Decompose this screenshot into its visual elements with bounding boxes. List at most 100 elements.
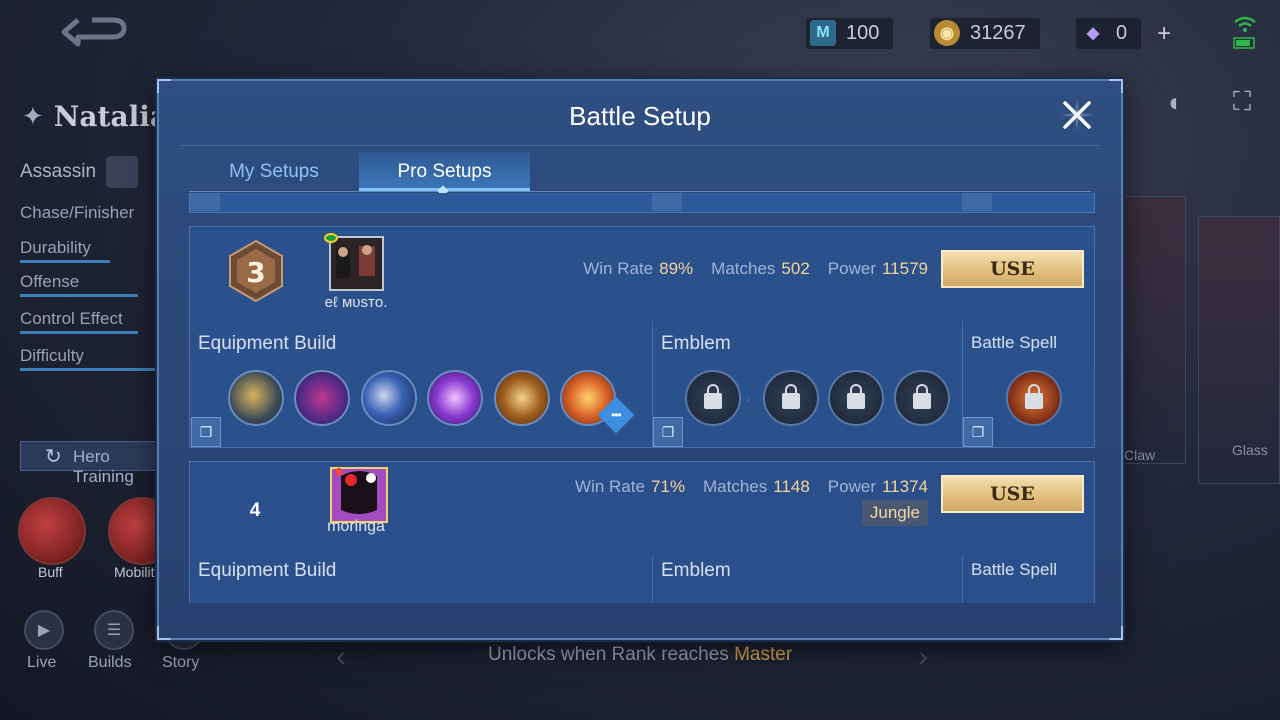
battle-spell-label: Battle Spell xyxy=(971,333,1057,352)
copy-icon[interactable] xyxy=(190,193,220,211)
item-spear-icon[interactable] xyxy=(427,370,483,426)
player-avatar[interactable] xyxy=(329,236,384,291)
corner-ornament xyxy=(1109,79,1123,93)
win-rate-value: 89% xyxy=(659,259,694,278)
setup-stats: Win Rate 89% Matches 502 Power 11579 xyxy=(583,259,928,279)
durability-bar xyxy=(20,260,110,263)
skin-card-glass-label: Glass xyxy=(1232,442,1268,458)
tab-pro-setups-label: Pro Setups xyxy=(397,160,492,182)
live-icon[interactable]: ▶ xyxy=(24,610,64,650)
matches-label: Matches xyxy=(702,477,768,496)
builds-icon[interactable]: ☰ xyxy=(94,610,134,650)
emblem-talent-2-icon[interactable] xyxy=(828,370,884,426)
unlock-prefix: Unlocks when Rank reaches xyxy=(488,644,735,665)
emblem-main-icon[interactable] xyxy=(685,370,741,426)
copy-emblem-button[interactable]: ❐ xyxy=(653,417,683,447)
use-button[interactable]: USE xyxy=(941,475,1084,513)
hero-name: Natalia xyxy=(53,100,169,133)
player-avatar[interactable] xyxy=(329,466,388,523)
corner-ornament xyxy=(1109,626,1123,640)
wifi-battery-status xyxy=(1232,14,1258,50)
item-moon-icon[interactable] xyxy=(361,370,417,426)
back-button[interactable] xyxy=(58,12,134,52)
player-name: moringa xyxy=(327,518,385,535)
prev-arrow-icon[interactable]: ‹ xyxy=(336,640,346,674)
stat-chase-finisher: Chase/Finisher xyxy=(20,203,135,222)
matches-value: 1148 xyxy=(773,477,810,496)
copy-icon: ❐ xyxy=(199,423,213,440)
power-value: 11374 xyxy=(881,477,928,496)
skill-buff-icon[interactable] xyxy=(18,497,86,565)
fullscreen-button[interactable]: ⛶ xyxy=(1222,82,1262,122)
hero-training-icon: ↻ xyxy=(45,446,62,468)
win-rate-label: Win Rate xyxy=(575,477,645,496)
fullscreen-icon: ⛶ xyxy=(1232,86,1252,116)
battle-points-icon: ◉ xyxy=(934,20,960,46)
power-label: Power xyxy=(827,477,876,496)
stat-control-effect: Control Effect xyxy=(20,309,123,328)
item-gun-icon[interactable] xyxy=(494,370,550,426)
power-label: Power xyxy=(827,259,876,278)
copy-icon[interactable] xyxy=(652,193,682,211)
use-button[interactable]: USE xyxy=(941,250,1084,288)
matches-label: Matches xyxy=(711,259,776,278)
section-divider xyxy=(652,556,653,603)
bronze-rank-icon: 3 xyxy=(229,239,283,303)
copy-icon: ❐ xyxy=(661,423,675,440)
section-divider xyxy=(962,556,963,603)
skin-card-claw-label: Claw xyxy=(1124,447,1156,463)
control-effect-bar xyxy=(20,331,138,334)
item-blade-icon[interactable] xyxy=(294,370,350,426)
builds-label: Builds xyxy=(88,654,132,671)
copy-equipment-button[interactable]: ❐ xyxy=(191,417,221,447)
ticket-currency[interactable]: M 100 xyxy=(806,18,894,49)
copy-icon: ❐ xyxy=(971,423,985,440)
setup-tabs: My Setups Pro Setups xyxy=(189,152,1091,197)
skill-buff-label: Buff xyxy=(38,564,63,580)
next-arrow-icon[interactable]: › xyxy=(918,640,928,674)
ellipsis-icon: ••• xyxy=(611,407,621,422)
unlock-requirement-text: Unlocks when Rank reaches Master xyxy=(488,644,792,666)
emblem-talent-1-icon[interactable] xyxy=(763,370,819,426)
ticket-icon: M xyxy=(810,20,836,46)
battle-spell-icon[interactable] xyxy=(1006,370,1062,426)
battle-spell-label: Battle Spell xyxy=(971,560,1057,579)
assassin-shuriken-icon: ✦ xyxy=(22,101,44,131)
pro-setups-list[interactable]: 3 eℓ ᴍᴜsᴛᴏ. Win Rate 89% Matches 502 Power 11… xyxy=(189,193,1095,603)
wifi-icon xyxy=(1233,16,1256,49)
stat-difficulty: Difficulty xyxy=(20,346,84,365)
win-rate-value: 71% xyxy=(650,477,685,496)
tab-my-setups[interactable]: My Setups xyxy=(189,152,359,191)
stat-offense: Offense xyxy=(20,272,80,291)
speaker-icon: ◐ xyxy=(1168,86,1184,117)
equipment-build-label: Equipment Build xyxy=(198,560,337,581)
avatar-image xyxy=(331,238,382,289)
back-arrow-icon xyxy=(61,17,127,47)
stat-durability: Durability xyxy=(20,238,91,257)
unlock-rank: Master xyxy=(734,644,793,665)
copy-icon[interactable] xyxy=(962,193,992,211)
lock-icon xyxy=(913,384,931,409)
add-diamond-button[interactable]: + xyxy=(1157,20,1171,48)
emblem-talent-3-icon[interactable] xyxy=(894,370,950,426)
live-label: Live xyxy=(27,654,57,671)
equipment-build-label: Equipment Build xyxy=(198,333,337,354)
close-button[interactable] xyxy=(1059,97,1095,133)
tab-pro-setups[interactable]: Pro Setups xyxy=(359,152,530,197)
battle-points-currency[interactable]: ◉ 31267 xyxy=(930,18,1040,49)
hero-role-row: Assassin xyxy=(20,156,139,188)
diamond-currency[interactable]: ◆ 0 + xyxy=(1076,18,1171,49)
copy-spell-button[interactable]: ❐ xyxy=(963,417,993,447)
voice-toggle-button[interactable]: ◐ xyxy=(1156,82,1196,122)
ticket-count: 100 xyxy=(846,22,880,44)
emblem-label: Emblem xyxy=(661,560,731,581)
item-boots-icon[interactable] xyxy=(228,370,284,426)
emblem-arrow-icon: › xyxy=(746,390,751,406)
setup-row: 3 eℓ ᴍᴜsᴛᴏ. Win Rate 89% Matches 502 Power 11… xyxy=(189,226,1095,448)
skin-card-claw[interactable] xyxy=(1124,196,1186,464)
hero-training-label: Hero Training xyxy=(73,447,134,486)
lock-icon xyxy=(847,384,865,409)
offense-bar xyxy=(20,294,138,297)
close-icon xyxy=(1061,99,1093,131)
hero-training-button[interactable]: ↻ Hero Training xyxy=(20,441,170,486)
